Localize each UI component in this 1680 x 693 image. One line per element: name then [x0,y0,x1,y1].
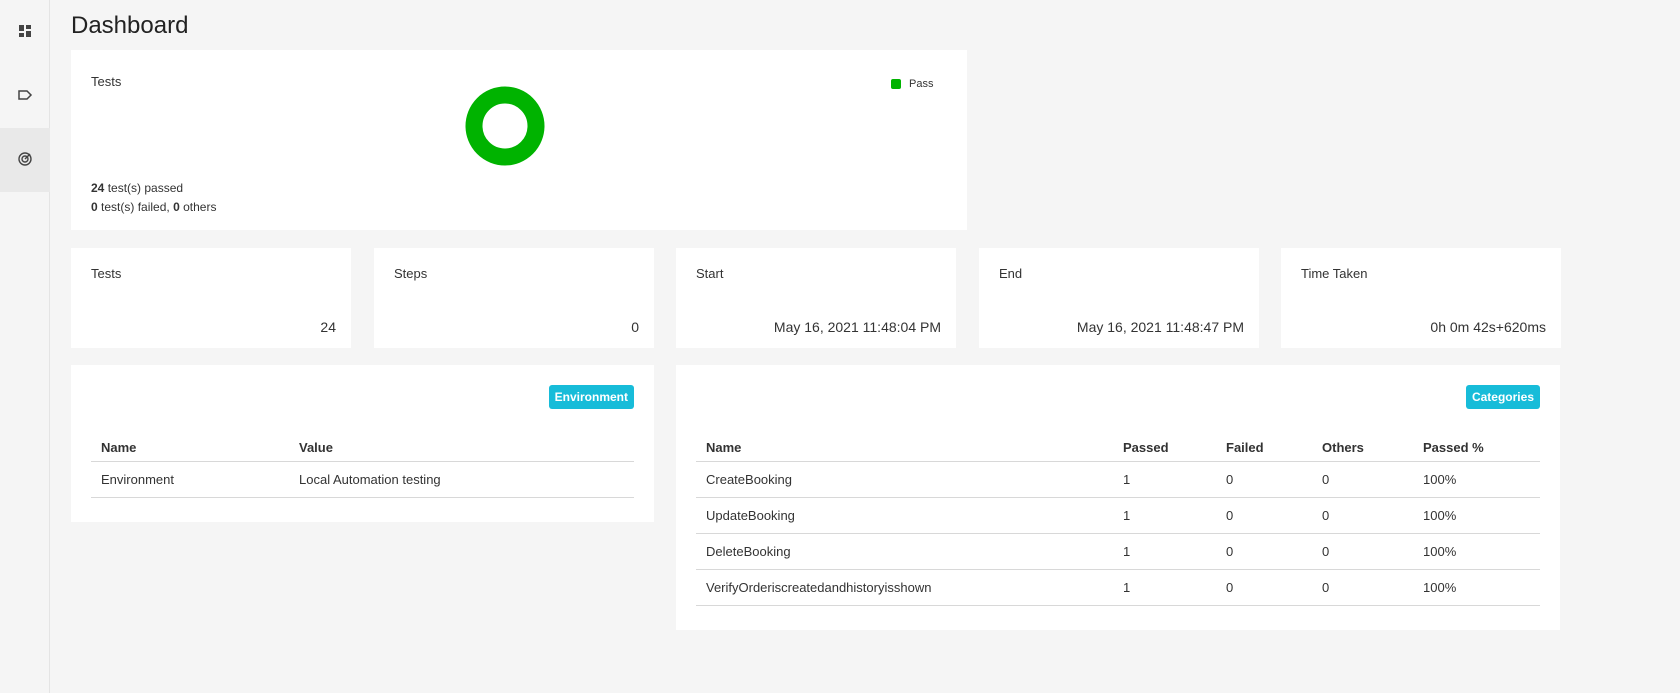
nav-tags[interactable] [0,64,50,128]
environment-card: Environment Name Value Environment Local… [71,365,654,522]
category-name-cell[interactable]: VerifyOrderiscreatedandhistoryisshown [696,569,1113,606]
table-cell: 0 [1216,497,1312,534]
legend-pass-label: Pass [909,78,934,90]
column-header: Name [91,435,289,462]
table-row: VerifyOrderiscreatedandhistoryisshown 1 … [696,569,1540,606]
tests-summary: 24 test(s) passed 0 test(s) failed, 0 ot… [91,179,216,217]
table-cell: 0 [1312,533,1413,570]
stat-value: 0h 0m 42s+620ms [1430,319,1546,335]
radar-icon [17,151,33,170]
stat-label: Start [696,266,724,281]
stat-card-end: End May 16, 2021 11:48:47 PM [979,248,1259,348]
stat-label: Time Taken [1301,266,1368,281]
summary-failed-line: 0 test(s) failed, 0 others [91,198,216,217]
tests-donut-chart[interactable] [465,86,545,166]
column-header: Others [1312,435,1413,462]
categories-badge[interactable]: Categories [1465,385,1540,409]
table-cell: 0 [1312,461,1413,498]
nav-dashboard[interactable] [0,0,50,64]
category-name-cell[interactable]: DeleteBooking [696,533,1113,570]
failed-text: test(s) failed, [101,200,170,214]
others-text: others [183,200,217,214]
nav-radar[interactable] [0,128,50,192]
sidebar [0,0,50,693]
tests-chart-title: Tests [91,74,122,89]
column-header: Value [289,435,634,462]
column-header: Passed [1113,435,1216,462]
table-cell: Environment [91,461,289,498]
stat-value: May 16, 2021 11:48:04 PM [773,319,941,335]
column-header: Failed [1216,435,1312,462]
table-cell: 0 [1312,569,1413,606]
table-cell: 0 [1216,461,1312,498]
table-row: Environment Local Automation testing [91,461,634,498]
stat-card-start: Start May 16, 2021 11:48:04 PM [676,248,956,348]
failed-count: 0 [91,200,98,214]
table-cell: Local Automation testing [289,461,634,498]
passed-count: 24 [91,181,105,195]
table-row: CreateBooking 1 0 0 100% [696,461,1540,498]
table-cell: 100% [1413,497,1540,534]
table-header-row: Name Value [91,435,634,462]
table-header-row: Name Passed Failed Others Passed % [696,435,1540,462]
stat-label: Tests [91,266,122,281]
table-row: UpdateBooking 1 0 0 100% [696,497,1540,534]
category-name-cell[interactable]: UpdateBooking [696,497,1113,534]
stat-value: 0 [631,319,639,335]
stat-card-time-taken: Time Taken 0h 0m 42s+620ms [1281,248,1561,348]
table-cell: 1 [1113,461,1216,498]
categories-table: Name Passed Failed Others Passed % Creat… [696,435,1540,606]
stat-label: End [999,266,1023,281]
category-name-cell[interactable]: CreateBooking [696,461,1113,498]
page-title: Dashboard [71,12,189,39]
stat-value: 24 [320,319,336,335]
table-cell: 1 [1113,533,1216,570]
legend-pass-swatch [891,79,901,89]
table-cell: 100% [1413,569,1540,606]
donut-pass-slice [465,86,545,166]
table-cell: 1 [1113,569,1216,606]
tests-legend[interactable]: Pass [891,78,933,90]
passed-text: test(s) passed [107,181,184,195]
stat-label: Steps [394,266,428,281]
stat-value: May 16, 2021 11:48:47 PM [1076,319,1244,335]
environment-table: Name Value Environment Local Automation … [91,435,634,498]
tag-icon [17,87,33,106]
dashboard-icon [17,23,33,42]
table-cell: 0 [1312,497,1413,534]
table-cell: 100% [1413,461,1540,498]
column-header: Name [696,435,1113,462]
environment-badge[interactable]: Environment [548,385,634,409]
others-count: 0 [173,200,180,214]
table-cell: 0 [1216,569,1312,606]
table-row: DeleteBooking 1 0 0 100% [696,533,1540,570]
stat-card-tests: Tests 24 [71,248,351,348]
column-header: Passed % [1413,435,1540,462]
table-cell: 0 [1216,533,1312,570]
summary-passed-line: 24 test(s) passed [91,179,216,198]
table-cell: 1 [1113,497,1216,534]
tests-chart-card: Tests Pass 24 test(s) passed 0 test(s) f… [71,50,967,230]
table-cell: 100% [1413,533,1540,570]
stat-card-steps: Steps 0 [374,248,654,348]
categories-card: Categories Name Passed Failed Others Pas… [676,365,1560,630]
